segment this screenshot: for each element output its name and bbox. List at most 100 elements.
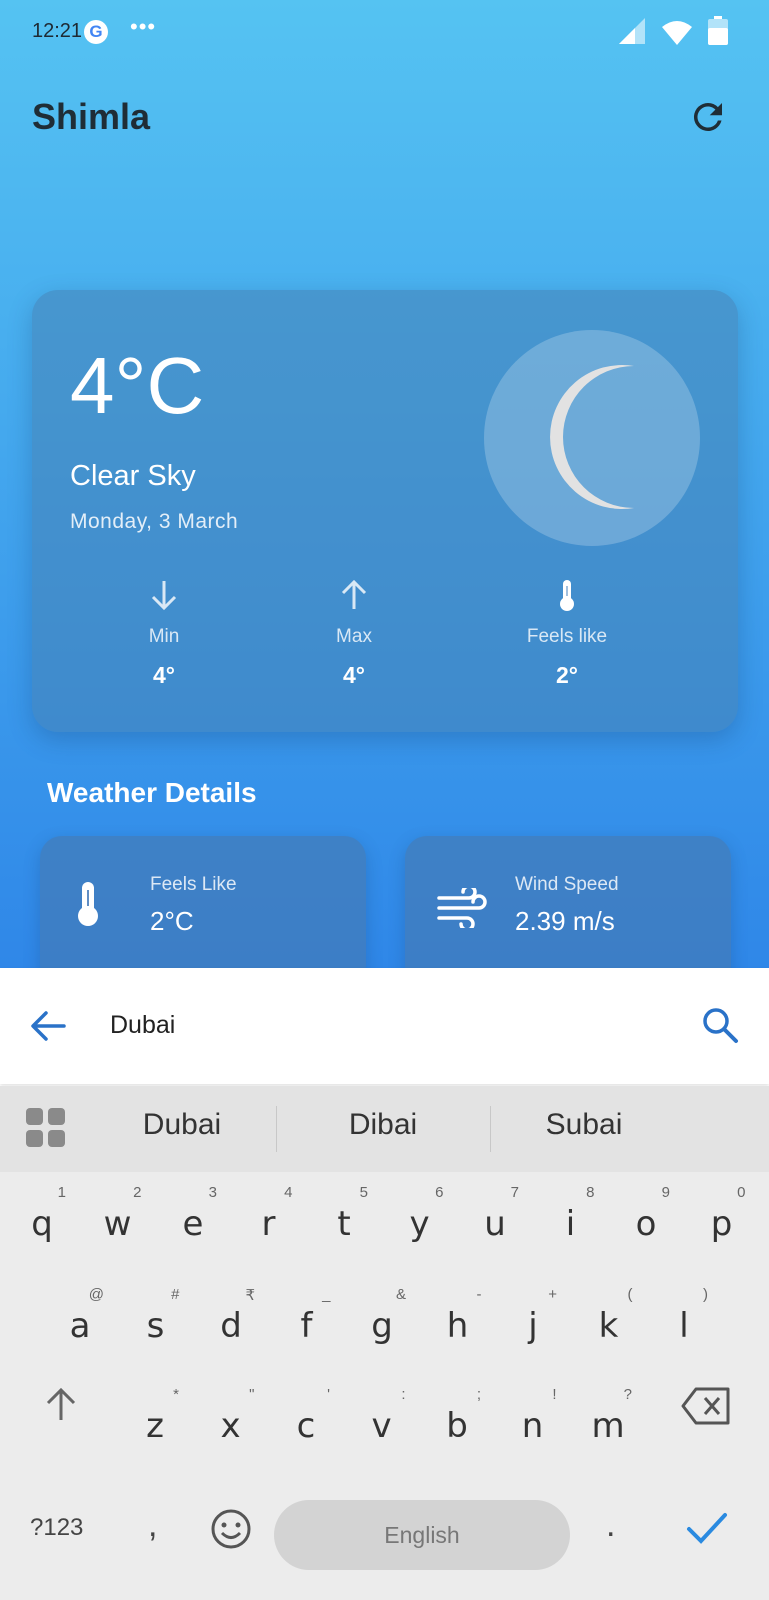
key-d[interactable]: ₹ d [201, 1278, 261, 1358]
key-j[interactable]: + j [503, 1278, 563, 1358]
key-hint: - [476, 1286, 482, 1303]
key-w[interactable]: 2w [88, 1176, 148, 1256]
key-l[interactable]: ) l [654, 1278, 714, 1358]
city-name: Shimla [32, 96, 151, 137]
key-x[interactable]: " x [201, 1378, 261, 1458]
search-icon[interactable] [701, 1006, 739, 1044]
arrow-down-icon [151, 581, 177, 611]
key-label: j [528, 1306, 538, 1346]
key-hint: * [173, 1386, 179, 1403]
key-s[interactable]: # s [126, 1278, 186, 1358]
key-label: l [679, 1306, 689, 1346]
battery-icon [708, 16, 728, 45]
feels-like-card-value: 2°C [150, 906, 194, 936]
key-g[interactable]: & g [352, 1278, 412, 1358]
key-hint: ' [327, 1386, 330, 1403]
keyboard: Dubai Dibai Subai 1 q 2 w 3 e 4 r 5 t 6 y 7 u 8 i 9 o 0 p @ a… [0, 1086, 769, 1600]
key-hint: & [395, 1286, 406, 1303]
comma-key[interactable]: , [148, 1506, 157, 1545]
key-a[interactable]: @ a [50, 1278, 110, 1358]
key-h[interactable]: -h [428, 1278, 488, 1358]
key-y[interactable]: 6y [390, 1176, 450, 1256]
key-c[interactable]: ' c [276, 1378, 336, 1458]
key-n[interactable]: ! n [503, 1378, 563, 1458]
status-icons [617, 16, 729, 46]
key-label: v [371, 1406, 392, 1446]
wind-speed-card: Wind Speed 2.39 m/s [405, 836, 731, 968]
min-label: Min [148, 626, 180, 647]
search-bar [0, 968, 769, 1084]
key-hint: 3 [208, 1184, 217, 1201]
weather-condition: Clear Sky [70, 460, 196, 492]
key-o[interactable]: 9o [616, 1176, 676, 1256]
suggestion-3[interactable]: Subai [484, 1108, 684, 1142]
key-k[interactable]: (k [579, 1278, 639, 1358]
key-label: b [446, 1406, 468, 1446]
key-p[interactable]: 0p [692, 1176, 752, 1256]
key-label: e [182, 1204, 204, 1244]
emoji-icon[interactable] [210, 1508, 252, 1550]
key-f[interactable]: _ f [277, 1278, 337, 1358]
key-hint: 6 [435, 1184, 444, 1201]
key-label: c [296, 1406, 316, 1446]
key-hint: 1 [57, 1184, 66, 1201]
weather-icon-circle [484, 330, 700, 546]
key-hint: @ [88, 1286, 104, 1303]
signal-icon [619, 18, 645, 44]
space-key[interactable]: English [274, 1500, 570, 1570]
key-v[interactable]: :v [352, 1378, 412, 1458]
shift-key-icon[interactable] [44, 1386, 78, 1422]
key-e[interactable]: 3e [163, 1176, 223, 1256]
key-label: d [220, 1306, 242, 1346]
min-stat: Min 4° [94, 578, 234, 689]
key-hint: 8 [586, 1184, 595, 1201]
current-date: Monday, 3 March [70, 510, 239, 533]
weather-app: 12:21 G ••• Shimla 4°C Clear Sky Monday,… [0, 0, 769, 968]
wind-icon [437, 888, 487, 928]
wind-speed-value: 2.39 m/s [515, 906, 615, 936]
key-b[interactable]: ; b [427, 1378, 487, 1458]
google-icon: G [84, 20, 108, 44]
key-q[interactable]: 1q [12, 1176, 72, 1256]
key-label: u [484, 1204, 506, 1244]
refresh-icon[interactable] [687, 96, 729, 138]
feels-like-card-label: Feels Like [150, 874, 237, 895]
key-label: p [710, 1204, 733, 1244]
key-i[interactable]: 8i [541, 1176, 601, 1256]
key-t[interactable]: 5t [314, 1176, 374, 1256]
key-hint: : [401, 1386, 406, 1403]
search-input[interactable] [110, 1002, 670, 1048]
key-hint: ₹ [245, 1287, 255, 1304]
key-hint: 9 [661, 1184, 670, 1201]
period-key[interactable]: . [606, 1506, 615, 1545]
key-label: r [261, 1204, 276, 1244]
key-hint: ? [623, 1386, 632, 1403]
checkmark-icon[interactable] [686, 1510, 728, 1546]
apps-grid-icon[interactable] [26, 1108, 66, 1148]
key-hint: 0 [737, 1184, 746, 1201]
key-label: t [337, 1204, 351, 1244]
suggestion-1[interactable]: Dubai [82, 1108, 282, 1142]
key-label: k [598, 1306, 619, 1346]
thermometer-icon [560, 580, 574, 611]
backspace-key-icon[interactable] [680, 1386, 732, 1426]
key-hint: ! [552, 1386, 557, 1403]
key-z[interactable]: * z [125, 1378, 185, 1458]
key-hint: 7 [510, 1184, 519, 1201]
key-r[interactable]: 4r [239, 1176, 299, 1256]
arrow-left-icon[interactable] [28, 1008, 68, 1044]
key-hint: _ [322, 1286, 331, 1303]
feels-like-card: Feels Like 2°C [40, 836, 366, 968]
key-label: h [446, 1306, 469, 1346]
feels-like-value: 2° [556, 662, 578, 688]
suggestion-2[interactable]: Dibai [283, 1108, 483, 1142]
status-time: 12:21 [32, 20, 83, 42]
key-label: g [371, 1306, 393, 1346]
arrow-up-icon [341, 579, 367, 609]
key-u[interactable]: 7u [465, 1176, 525, 1256]
key-m[interactable]: ? m [578, 1378, 638, 1458]
feels-like-label: Feels like [526, 626, 608, 647]
key-hint: 2 [133, 1184, 142, 1201]
current-temperature: 4°C [70, 341, 205, 430]
symbols-key[interactable]: ?123 [30, 1514, 83, 1542]
